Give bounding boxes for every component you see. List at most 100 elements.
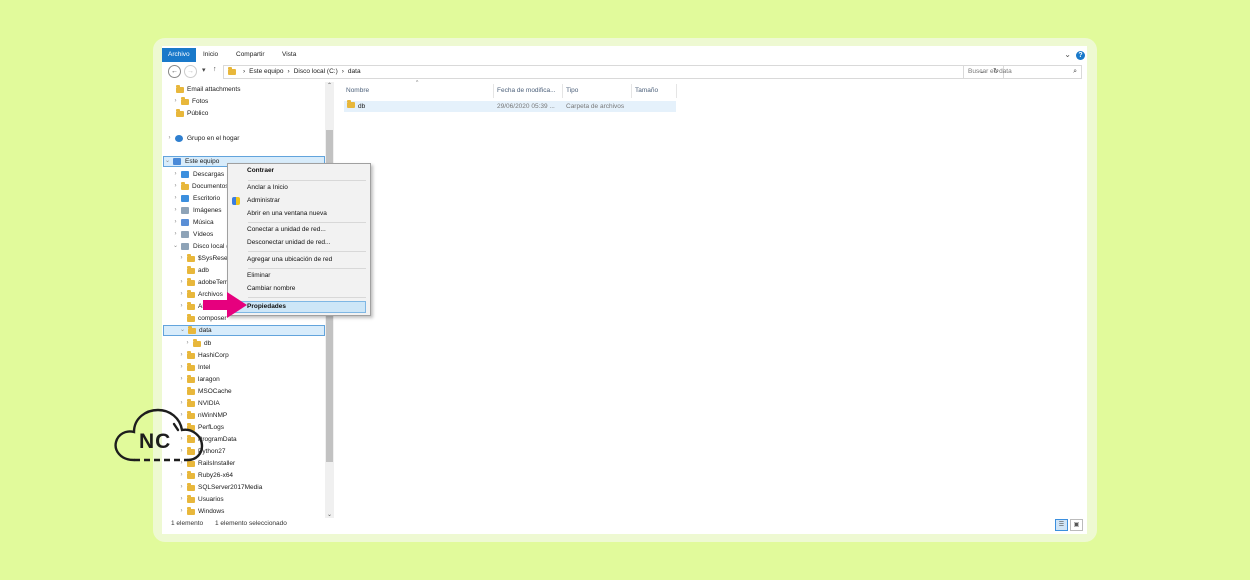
collapse-icon[interactable]: ⌄ — [164, 156, 171, 167]
menu-item-administrar[interactable]: Administrar — [247, 195, 280, 207]
tree-item-documentos[interactable]: › Documentos — [172, 181, 229, 192]
tree-item-label: Este equipo — [185, 158, 220, 165]
tree-item-descargas[interactable]: › Descargas — [172, 169, 224, 180]
menu-separator — [248, 268, 366, 269]
column-divider[interactable] — [676, 84, 677, 98]
folder-icon — [228, 67, 236, 75]
expand-icon[interactable]: › — [172, 193, 179, 204]
menu-item-agregar-ubicacion[interactable]: Agregar una ubicación de red — [247, 254, 332, 266]
expand-icon[interactable]: › — [166, 133, 173, 144]
tab-inicio[interactable]: Inicio — [197, 48, 224, 62]
tree-item-label: $SysReset — [198, 255, 230, 262]
tree-item-email-attachments[interactable]: Email attachments — [176, 84, 240, 95]
expand-icon[interactable]: › — [172, 229, 179, 240]
search-icon[interactable]: ⌕ — [1073, 66, 1077, 78]
documents-icon — [181, 181, 189, 190]
help-icon[interactable]: ? — [1076, 51, 1085, 60]
expand-icon[interactable]: › — [172, 169, 179, 180]
tree-item-label: Imágenes — [193, 207, 222, 214]
menu-separator — [248, 297, 366, 298]
tree-item-data[interactable]: ⌄ data — [163, 325, 325, 336]
sort-ascending-icon: ^ — [416, 80, 419, 86]
column-divider[interactable] — [493, 84, 494, 98]
tree-item-sysreset[interactable]: › $SysReset — [178, 253, 229, 264]
folder-icon — [193, 338, 201, 347]
folder-icon — [347, 100, 355, 108]
breadcrumb-separator-icon: › — [341, 68, 344, 75]
tree-item-imagenes[interactable]: › Imágenes — [172, 205, 222, 216]
menu-item-desconectar-red[interactable]: Desconectar unidad de red... — [247, 237, 330, 249]
tree-item-db[interactable]: › db — [184, 338, 211, 349]
breadcrumb-data[interactable]: data — [348, 66, 361, 78]
tree-item-videos[interactable]: › Vídeos — [172, 229, 213, 240]
tree-item-ruby26[interactable]: › Ruby26-x64 — [178, 470, 233, 481]
column-divider[interactable] — [631, 84, 632, 98]
desktop-icon — [181, 195, 189, 202]
menu-item-propiedades[interactable]: Propiedades — [247, 301, 286, 313]
expand-icon[interactable]: › — [178, 374, 185, 385]
column-header-nombre[interactable]: Nombre — [346, 86, 369, 96]
expand-icon[interactable]: › — [178, 301, 185, 312]
folder-icon — [187, 265, 195, 274]
expand-icon[interactable]: › — [178, 277, 185, 288]
tree-item-adb[interactable]: adb — [187, 265, 209, 276]
recent-locations-icon[interactable]: ▾ — [202, 66, 206, 74]
tree-item-adobetemp[interactable]: › adobeTemp — [178, 277, 232, 288]
tab-compartir[interactable]: Compartir — [230, 48, 271, 62]
expand-icon[interactable]: › — [178, 506, 185, 517]
tree-item-intel[interactable]: › Intel — [178, 362, 210, 373]
tree-item-publico[interactable]: Público — [176, 108, 208, 119]
expand-icon[interactable]: › — [178, 253, 185, 264]
expand-icon[interactable]: › — [172, 96, 179, 107]
tree-item-windows[interactable]: › Windows — [178, 506, 224, 517]
tree-item-hashicorp[interactable]: › HashiCorp — [178, 350, 229, 361]
expand-icon[interactable]: › — [172, 205, 179, 216]
column-divider[interactable] — [562, 84, 563, 98]
tree-item-grupo-hogar[interactable]: › Grupo en el hogar — [166, 133, 239, 144]
search-input[interactable]: Buscar en data ⌕ — [963, 65, 1082, 79]
tree-item-laragon[interactable]: › laragon — [178, 374, 220, 385]
menu-item-contraer[interactable]: Contraer — [247, 165, 274, 177]
expand-icon[interactable]: › — [178, 350, 185, 361]
tree-item-msocache[interactable]: MSOCache — [187, 386, 232, 397]
expand-icon[interactable]: › — [178, 289, 185, 300]
breadcrumb-separator-icon: › — [243, 68, 246, 75]
large-icons-view-icon[interactable]: ▣ — [1070, 519, 1083, 531]
expand-icon[interactable]: › — [178, 494, 185, 505]
breadcrumb-este-equipo[interactable]: Este equipo — [249, 66, 283, 78]
file-row[interactable]: db 29/06/2020 05:39 ... Carpeta de archi… — [344, 100, 676, 112]
breadcrumb-disco-local[interactable]: Disco local (C:) — [294, 66, 338, 78]
address-bar[interactable]: › Este equipo › Disco local (C:) › data … — [223, 65, 1004, 79]
expand-icon[interactable]: › — [178, 470, 185, 481]
forward-button[interactable]: → — [184, 65, 197, 78]
expand-icon[interactable]: › — [172, 217, 179, 228]
back-button[interactable]: ← — [168, 65, 181, 78]
tab-vista[interactable]: Vista — [276, 48, 302, 62]
column-header-tipo[interactable]: Tipo — [566, 86, 578, 96]
tree-item-escritorio[interactable]: › Escritorio — [172, 193, 220, 204]
ribbon-expand-icon[interactable]: ⌄ — [1064, 50, 1071, 59]
expand-icon[interactable]: › — [172, 181, 179, 192]
expand-icon[interactable]: › — [184, 338, 191, 349]
menu-item-cambiar-nombre[interactable]: Cambiar nombre — [247, 283, 295, 295]
tree-item-usuarios[interactable]: › Usuarios — [178, 494, 224, 505]
details-view-icon[interactable]: ☰ — [1055, 519, 1068, 531]
tab-archivo[interactable]: Archivo — [162, 48, 196, 62]
tree-item-fotos[interactable]: › Fotos — [172, 96, 208, 107]
tree-item-musica[interactable]: › Música — [172, 217, 214, 228]
column-header-fecha[interactable]: Fecha de modifica... — [497, 86, 556, 96]
tree-item-sqlserver[interactable]: › SQLServer2017Media — [178, 482, 262, 493]
chevron-up-icon[interactable]: ⌃ — [325, 82, 334, 89]
tree-item-label: db — [204, 340, 212, 347]
menu-item-eliminar[interactable]: Eliminar — [247, 270, 270, 282]
column-header-tamano[interactable]: Tamaño — [635, 86, 658, 96]
expand-icon[interactable]: › — [178, 482, 185, 493]
up-button[interactable]: ↑ — [213, 66, 217, 73]
menu-item-anclar-inicio[interactable]: Anclar a Inicio — [247, 182, 288, 194]
expand-icon[interactable]: › — [178, 362, 185, 373]
collapse-icon[interactable]: ⌄ — [179, 325, 186, 336]
chevron-down-icon[interactable]: ⌄ — [325, 511, 334, 518]
menu-item-conectar-red[interactable]: Conectar a unidad de red... — [247, 224, 326, 236]
menu-item-abrir-ventana[interactable]: Abrir en una ventana nueva — [247, 208, 327, 220]
collapse-icon[interactable]: ⌄ — [172, 241, 179, 252]
